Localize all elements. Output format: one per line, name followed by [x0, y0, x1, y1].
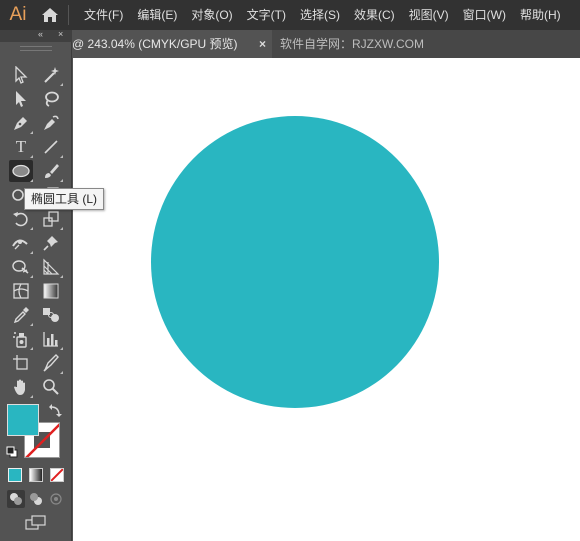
menu-bar: Ai 文件(F) 编辑(E) 对象(O) 文字(T) 选择(S) 效果(C) 视… [0, 0, 580, 30]
color-mode-button[interactable] [8, 468, 22, 482]
eyedropper-tool-icon[interactable] [9, 304, 33, 326]
screen-mode-icon[interactable] [24, 514, 48, 532]
tab-inactive-label[interactable]: 软件自学网：RJZXW.COM [280, 30, 424, 58]
width-tool-icon[interactable] [9, 232, 33, 254]
paintbrush-tool-icon[interactable] [39, 160, 63, 182]
menu-window[interactable]: 窗口(W) [456, 0, 513, 30]
tab-close-icon[interactable]: × [259, 30, 266, 58]
menu-edit[interactable]: 编辑(E) [130, 0, 184, 30]
close-panel-icon[interactable]: × [58, 29, 63, 39]
artboard-canvas[interactable] [73, 58, 580, 541]
gradient-tool-icon[interactable] [39, 280, 63, 302]
lasso-tool-icon[interactable] [39, 88, 63, 110]
menu-effect[interactable]: 效果(C) [347, 0, 402, 30]
magic-wand-tool-icon[interactable] [39, 64, 63, 86]
type-tool-glyph: T [15, 137, 27, 156]
draw-inside-icon[interactable] [47, 490, 65, 508]
artboard-tool-icon[interactable] [9, 352, 33, 374]
rotate-tool-icon[interactable] [9, 208, 33, 230]
puppet-warp-tool-icon[interactable] [39, 232, 63, 254]
selection-tool-icon[interactable] [9, 88, 33, 110]
blend-tool-icon[interactable] [39, 304, 63, 326]
perspective-grid-tool-icon[interactable] [39, 256, 63, 278]
menu-help[interactable]: 帮助(H) [513, 0, 568, 30]
slice-tool-icon[interactable] [39, 352, 63, 374]
tab-active-title: @ 243.04% (CMYK/GPU 预览) [72, 37, 238, 51]
curvature-tool-icon[interactable] [39, 112, 63, 134]
default-fill-stroke-icon[interactable] [4, 444, 20, 460]
type-tool-icon[interactable]: T [9, 136, 33, 158]
gradient-mode-button[interactable] [29, 468, 43, 482]
menu-view[interactable]: 视图(V) [402, 0, 456, 30]
collapse-panel-icon[interactable]: « [38, 29, 43, 39]
shape-builder-tool-icon[interactable] [9, 256, 33, 278]
direct-selection-tool-icon[interactable] [9, 64, 33, 86]
menu-object[interactable]: 对象(O) [184, 0, 239, 30]
pen-tool-icon[interactable] [9, 112, 33, 134]
menu-type[interactable]: 文字(T) [240, 0, 293, 30]
ellipse-tool-tooltip: 椭圆工具 (L) [24, 188, 105, 210]
ellipse-shape[interactable] [151, 116, 439, 408]
menu-select[interactable]: 选择(S) [293, 0, 347, 30]
draw-normal-icon[interactable] [7, 490, 25, 508]
mesh-tool-icon[interactable] [9, 280, 33, 302]
menu-file[interactable]: 文件(F) [77, 0, 130, 30]
main-menu: 文件(F) 编辑(E) 对象(O) 文字(T) 选择(S) 效果(C) 视图(V… [77, 0, 568, 30]
panel-grip[interactable] [20, 46, 52, 51]
tools-panel: « × T [0, 29, 72, 541]
swap-fill-stroke-icon[interactable] [46, 402, 64, 420]
document-tab-bar: @ 243.04% (CMYK/GPU 预览) × 软件自学网：RJZXW.CO… [0, 30, 580, 58]
menu-divider [68, 5, 69, 25]
draw-behind-icon[interactable] [27, 490, 45, 508]
column-graph-tool-icon[interactable] [39, 328, 63, 350]
tab-active-document[interactable]: @ 243.04% (CMYK/GPU 预览) × [72, 30, 272, 58]
fill-color-swatch[interactable] [7, 404, 39, 436]
none-mode-button[interactable] [50, 468, 64, 482]
tools-panel-header: « × [0, 29, 72, 42]
symbol-sprayer-tool-icon[interactable] [9, 328, 33, 350]
hand-tool-icon[interactable] [9, 376, 33, 398]
ellipse-tool-icon[interactable] [9, 160, 33, 182]
zoom-tool-icon[interactable] [39, 376, 63, 398]
home-icon[interactable] [36, 0, 64, 30]
reflect-tool-icon[interactable] [39, 208, 63, 230]
line-segment-tool-icon[interactable] [39, 136, 63, 158]
app-logo: Ai [9, 4, 27, 25]
